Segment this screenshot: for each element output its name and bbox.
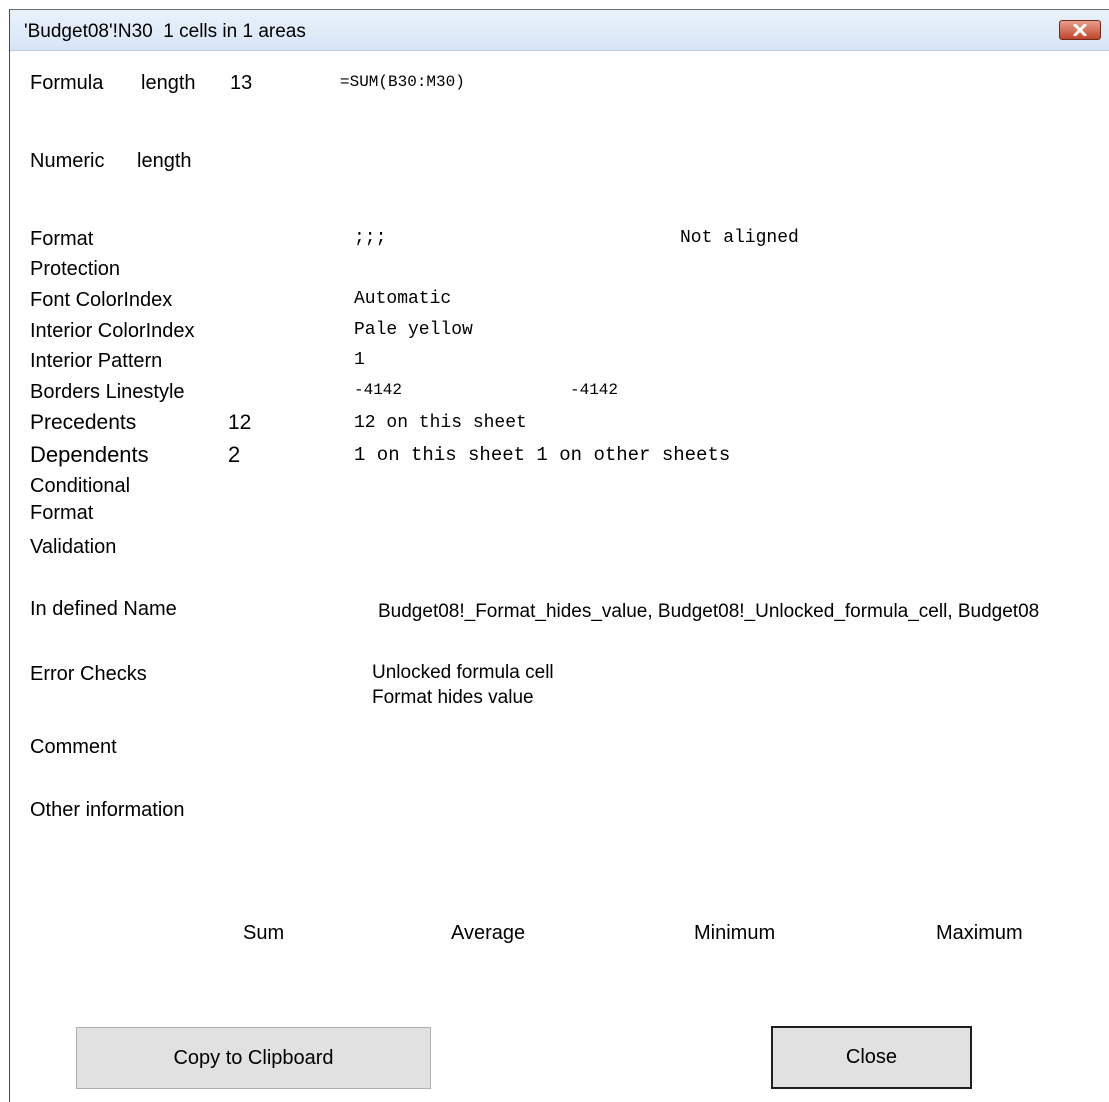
copy-to-clipboard-label: Copy to Clipboard [173, 1047, 334, 1069]
borders-linestyle-value-1: -4142 [354, 381, 403, 399]
dependents-label: Dependents [30, 442, 149, 467]
validation-label: Validation [30, 536, 117, 558]
window-title: 'Budget08'!N30 1 cells in 1 areas [24, 21, 306, 42]
format-label: Format [30, 228, 94, 250]
sum-label: Sum [243, 922, 285, 944]
numeric-label: Numeric [30, 150, 105, 172]
error-check-item-1: Unlocked formula cell [372, 662, 554, 683]
average-label: Average [451, 922, 526, 944]
format-value: ;;; [354, 228, 387, 248]
comment-label: Comment [30, 736, 117, 758]
formula-length-value: 13 [230, 72, 253, 94]
maximum-label: Maximum [936, 922, 1023, 944]
formula-label: Formula [30, 72, 104, 94]
defined-name-label: In defined Name [30, 598, 177, 620]
minimum-label: Minimum [694, 922, 776, 944]
dependents-count: 2 [228, 442, 241, 467]
precedents-count: 12 [228, 411, 252, 434]
copy-to-clipboard-button[interactable]: Copy to Clipboard [76, 1027, 431, 1089]
interior-pattern-label: Interior Pattern [30, 350, 163, 372]
interior-pattern-value: 1 [354, 350, 365, 370]
borders-linestyle-value-2: -4142 [570, 381, 619, 399]
interior-colorindex-label: Interior ColorIndex [30, 320, 195, 342]
other-information-label: Other information [30, 799, 185, 821]
formula-length-label: length [141, 72, 196, 94]
error-checks-label: Error Checks [30, 663, 147, 685]
format-alignment: Not aligned [680, 228, 799, 248]
precedents-label: Precedents [30, 411, 137, 434]
precedents-value: 12 on this sheet [354, 413, 527, 433]
font-colorindex-label: Font ColorIndex [30, 289, 173, 311]
interior-colorindex-value: Pale yellow [354, 320, 473, 340]
font-colorindex-value: Automatic [354, 289, 452, 309]
dependents-value: 1 on this sheet 1 on other sheets [354, 444, 731, 466]
close-button[interactable]: Close [771, 1026, 972, 1089]
title-bar[interactable]: 'Budget08'!N30 1 cells in 1 areas [10, 10, 1109, 51]
error-check-item-2: Format hides value [372, 687, 534, 708]
close-button-label: Close [845, 1046, 898, 1068]
protection-label: Protection [30, 258, 121, 280]
borders-linestyle-label: Borders Linestyle [30, 381, 185, 403]
defined-name-value: Budget08!_Format_hides_value, Budget08!_… [378, 601, 1040, 622]
close-x-icon[interactable] [1059, 20, 1101, 40]
numeric-length-label: length [137, 150, 192, 172]
conditional-format-label-line1: Conditional [30, 475, 131, 497]
formula-value: =SUM(B30:M30) [340, 73, 465, 91]
conditional-format-label-line2: Format [30, 502, 94, 524]
